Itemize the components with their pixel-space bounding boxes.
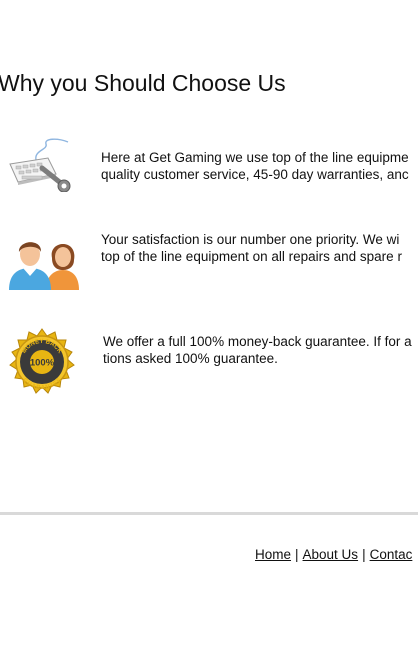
footer-separator: |: [295, 547, 299, 562]
feature-line: quality customer service, 45-90 day warr…: [101, 167, 409, 182]
feature-line: We offer a full 100% money-back guarante…: [103, 334, 412, 349]
customers-icon: [8, 232, 80, 290]
keyboard-wrench-icon: [6, 138, 74, 193]
footer-link-about-us[interactable]: About Us: [303, 547, 359, 562]
feature-text-satisfaction: Your satisfaction is our number one prio…: [101, 231, 402, 265]
footer-separator: |: [362, 547, 366, 562]
feature-text-guarantee: We offer a full 100% money-back guarante…: [103, 333, 412, 367]
footer-divider: [0, 512, 418, 515]
feature-text-equipment: Here at Get Gaming we use top of the lin…: [101, 149, 409, 183]
footer-link-home[interactable]: Home: [255, 547, 291, 562]
badge-percent-text: 100%: [30, 358, 55, 369]
footer-nav: Home | About Us | Contac: [255, 547, 412, 562]
feature-line: Here at Get Gaming we use top of the lin…: [101, 150, 409, 165]
feature-line: top of the line equipment on all repairs…: [101, 249, 402, 264]
section-title: Why you Should Choose Us: [0, 70, 286, 96]
feature-line: tions asked 100% guarantee.: [103, 351, 278, 366]
feature-line: Your satisfaction is our number one prio…: [101, 232, 400, 247]
footer-link-contact[interactable]: Contac: [370, 547, 413, 562]
money-back-guarantee-badge: MONEY BACK GUARANTEE 100%: [8, 328, 76, 396]
